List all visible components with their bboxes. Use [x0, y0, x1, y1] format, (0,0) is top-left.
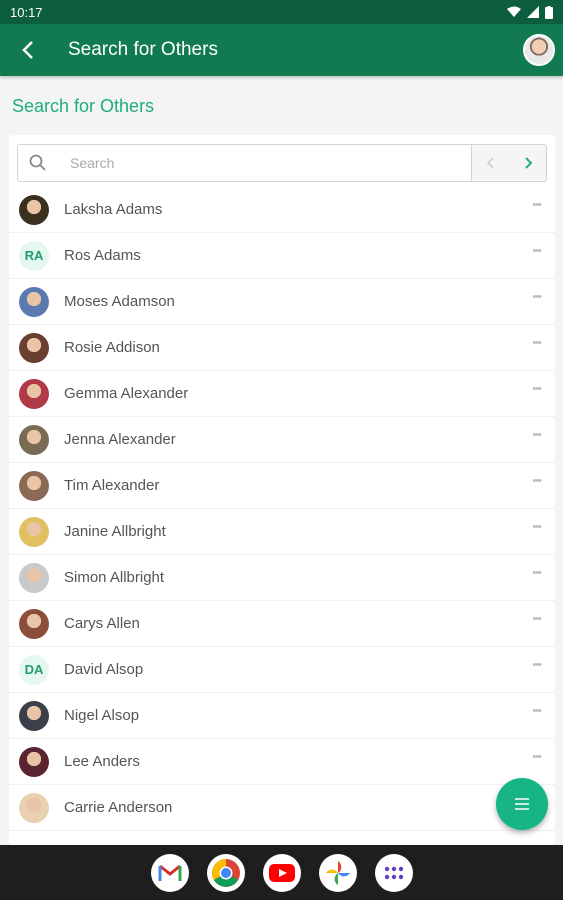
person-row[interactable]: Lee Anders ••• — [9, 739, 555, 785]
person-row[interactable]: Nigel Alsop ••• — [9, 693, 555, 739]
more-options-icon[interactable]: ••• — [532, 751, 542, 763]
pager — [471, 144, 547, 182]
chrome-icon[interactable] — [206, 853, 245, 892]
person-name: Carrie Anderson — [64, 799, 173, 816]
arrow-back-icon — [22, 41, 33, 59]
person-photo-avatar — [19, 286, 49, 317]
person-row[interactable]: Carrie Anderson••• — [9, 785, 555, 831]
more-options-icon[interactable]: ••• — [532, 199, 542, 211]
wifi-icon — [507, 6, 521, 17]
person-row[interactable]: Tim Alexander ••• — [9, 463, 555, 509]
people-list: Laksha Adams ••• RA Ros Adams ••• Moses Adams… — [9, 187, 555, 831]
person-row[interactable]: Carys Allen ••• — [9, 601, 555, 647]
person-row[interactable]: Janine Allbright ••• — [9, 509, 555, 555]
youtube-icon[interactable] — [262, 853, 301, 892]
more-options-icon[interactable]: ••• — [532, 291, 542, 303]
person-row[interactable]: Simon Allbright ••• — [9, 555, 555, 601]
person-name: David Alsop — [64, 661, 144, 678]
menu-fab-button[interactable] — [496, 778, 548, 830]
person-name: Rosie Addison — [64, 339, 160, 356]
system-dock — [0, 845, 563, 900]
person-initials-avatar: DA — [19, 654, 49, 685]
more-options-icon[interactable]: ••• — [532, 521, 542, 533]
person-photo-avatar — [19, 516, 49, 547]
person-row[interactable]: Rosie Addison ••• — [9, 325, 555, 371]
person-photo-avatar — [19, 194, 49, 225]
back-button[interactable] — [0, 24, 56, 76]
search-input[interactable] — [70, 155, 471, 171]
person-photo-avatar — [19, 792, 49, 823]
person-name: Carys Allen — [64, 615, 140, 632]
person-name: Gemma Alexander — [64, 385, 189, 402]
person-name: Janine Allbright — [64, 523, 166, 540]
person-row[interactable]: DA David Alsop ••• — [9, 647, 555, 693]
person-photo-avatar — [19, 562, 49, 593]
more-options-icon[interactable]: ••• — [532, 337, 542, 349]
more-options-icon[interactable]: ••• — [532, 429, 542, 441]
photos-icon[interactable] — [318, 853, 357, 892]
person-name: Lee Anders — [64, 753, 140, 770]
person-photo-avatar — [19, 746, 49, 777]
person-row[interactable]: Laksha Adams ••• — [9, 187, 555, 233]
person-photo-avatar — [19, 424, 49, 455]
person-photo-avatar — [19, 608, 49, 639]
person-name: Simon Allbright — [64, 569, 165, 586]
person-row[interactable]: Moses Adamson ••• — [9, 279, 555, 325]
search-icon — [18, 154, 58, 172]
app-bar: Search for Others — [0, 24, 563, 76]
more-options-icon[interactable]: ••• — [532, 659, 542, 671]
more-options-icon[interactable]: ••• — [532, 613, 542, 625]
previous-page-button[interactable] — [476, 148, 506, 178]
profile-avatar[interactable] — [523, 34, 555, 66]
person-row[interactable]: RA Ros Adams ••• — [9, 233, 555, 279]
person-name: Jenna Alexander — [64, 431, 176, 448]
more-options-icon[interactable]: ••• — [532, 245, 542, 257]
person-name: Laksha Adams — [64, 201, 163, 218]
person-initials-avatar: RA — [19, 240, 49, 271]
people-card: Laksha Adams•••RARos Adams•••Moses Adams… — [9, 135, 555, 845]
menu-icon — [515, 798, 529, 810]
more-options-icon[interactable]: ••• — [532, 383, 542, 395]
person-photo-avatar — [19, 470, 49, 501]
person-name: Tim Alexander — [64, 477, 160, 494]
page-title: Search for Others — [12, 96, 155, 116]
person-photo-avatar — [19, 332, 49, 363]
search-field — [17, 144, 472, 182]
person-row[interactable]: Gemma Alexander ••• — [9, 371, 555, 417]
person-name: Ros Adams — [64, 247, 141, 264]
person-row[interactable]: Jenna Alexander ••• — [9, 417, 555, 463]
app-bar-title: Search for Others — [68, 39, 218, 60]
person-photo-avatar — [19, 378, 49, 409]
chevron-left-icon — [486, 157, 494, 169]
chevron-right-icon — [524, 157, 532, 169]
person-name: Moses Adamson — [64, 293, 175, 310]
signal-icon — [527, 6, 539, 18]
status-time: 10:17 — [10, 4, 43, 20]
person-name: Nigel Alsop — [64, 707, 140, 724]
battery-icon — [545, 5, 553, 19]
next-page-button[interactable] — [513, 148, 543, 178]
apps-icon[interactable] — [374, 853, 413, 892]
gmail-icon[interactable] — [150, 853, 189, 892]
person-photo-avatar — [19, 700, 49, 731]
more-options-icon[interactable]: ••• — [532, 475, 542, 487]
status-bar: 10:17 — [0, 0, 563, 24]
more-options-icon[interactable]: ••• — [532, 705, 542, 717]
more-options-icon[interactable]: ••• — [532, 567, 542, 579]
